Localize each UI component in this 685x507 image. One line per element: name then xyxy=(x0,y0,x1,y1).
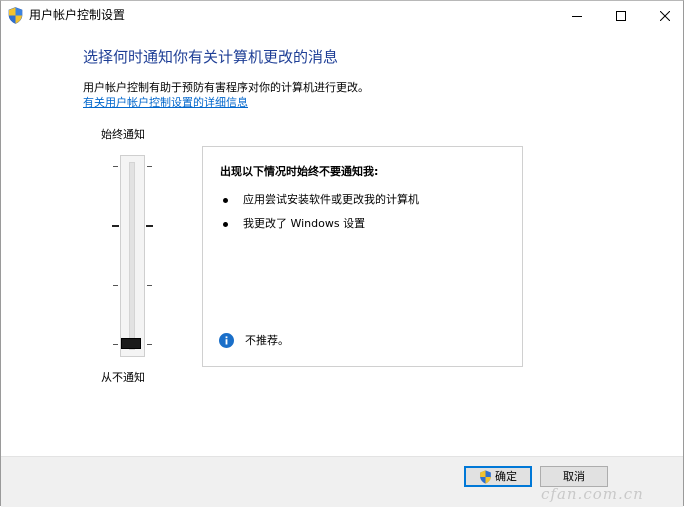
title-bar[interactable]: 用户帐户控制设置 xyxy=(1,1,683,30)
slider-tick xyxy=(147,166,152,167)
bullet-icon xyxy=(223,221,228,227)
list-item: 我更改了 Windows 设置 xyxy=(223,217,365,231)
watermark: cfan.com.cn xyxy=(541,485,644,503)
uac-shield-icon xyxy=(480,469,491,484)
recommendation-text: 不推荐。 xyxy=(245,333,289,347)
slider-top-label: 始终通知 xyxy=(101,128,145,141)
close-button[interactable] xyxy=(642,1,685,30)
uac-settings-window: 用户帐户控制设置 选择何时通知你有关计算机更改的消息 用户帐户控制有助于预防有害… xyxy=(0,0,684,507)
ok-button-label: 确定 xyxy=(495,470,517,483)
slider-track[interactable] xyxy=(129,162,135,350)
description-text: 用户帐户控制有助于预防有害程序对你的计算机进行更改。 xyxy=(83,81,369,94)
slider-tick xyxy=(113,285,118,286)
info-panel-title: 出现以下情况时始终不要通知我: xyxy=(220,165,379,178)
page-heading: 选择何时通知你有关计算机更改的消息 xyxy=(83,48,339,66)
recommendation-row: 不推荐。 xyxy=(219,333,289,348)
slider-thumb[interactable] xyxy=(121,338,141,349)
bullet-text: 应用尝试安装软件或更改我的计算机 xyxy=(243,193,419,206)
list-item: 应用尝试安装软件或更改我的计算机 xyxy=(223,193,419,207)
ok-button[interactable]: 确定 xyxy=(464,466,532,487)
slider-tick xyxy=(113,166,118,167)
slider-bottom-label: 从不通知 xyxy=(101,371,145,384)
minimize-icon xyxy=(572,15,582,17)
close-icon xyxy=(660,10,670,21)
info-icon xyxy=(219,333,234,348)
maximize-button[interactable] xyxy=(598,1,644,30)
slider-tick xyxy=(146,225,153,227)
window-title: 用户帐户控制设置 xyxy=(29,8,126,22)
slider-tick xyxy=(147,285,152,286)
minimize-button[interactable] xyxy=(554,1,600,30)
uac-shield-icon xyxy=(8,7,23,24)
slider-tick xyxy=(113,344,118,345)
details-link[interactable]: 有关用户帐户控制设置的详细信息 xyxy=(83,96,248,110)
bullet-icon xyxy=(223,197,228,203)
slider-tick xyxy=(147,344,152,345)
maximize-icon xyxy=(616,10,626,21)
bullet-text: 我更改了 Windows 设置 xyxy=(243,217,366,230)
slider-tick xyxy=(112,225,119,227)
